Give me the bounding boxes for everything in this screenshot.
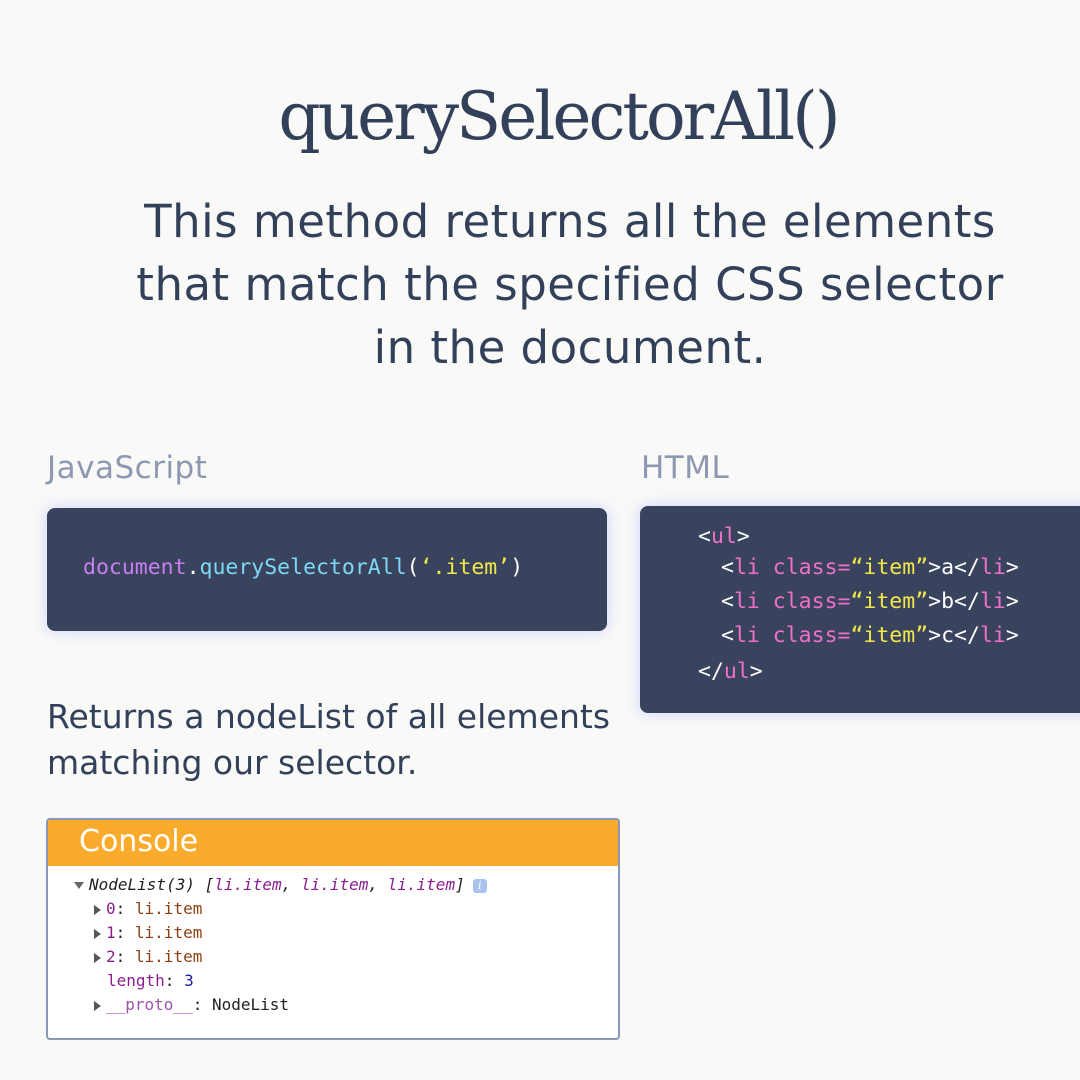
length-value: 3 [184, 971, 194, 990]
html-attr: class= [772, 555, 851, 580]
javascript-label: JavaScript [47, 450, 208, 486]
proto-row[interactable]: __proto__: NodeList [94, 995, 289, 1014]
html-tag: li [733, 589, 760, 614]
nodelist-entry-row[interactable]: 0: li.item [94, 899, 202, 918]
html-tag: li [979, 555, 1006, 580]
html-li-line: <li class=“item”>a</li> [721, 555, 1019, 580]
javascript-code-line: document.querySelectorAll(‘.item’) [83, 555, 523, 580]
html-gt: > [1005, 623, 1019, 648]
summary-item: li.item [300, 875, 369, 894]
html-text: b [941, 589, 955, 614]
code-dot: . [186, 555, 200, 580]
collapsed-triangle-icon[interactable] [94, 904, 101, 915]
code-argument: ‘.item’ [419, 555, 511, 580]
html-tag: li [979, 589, 1006, 614]
html-gt: > [1005, 589, 1019, 614]
html-tag: li [733, 555, 760, 580]
javascript-code-block: document.querySelectorAll(‘.item’) [47, 508, 607, 631]
code-open-paren: ( [406, 555, 420, 580]
html-li-line: <li class=“item”>c</li> [721, 623, 1019, 648]
entry-colon: : [115, 947, 135, 966]
entry-value: li.item [134, 947, 203, 966]
entry-value: li.item [134, 899, 203, 918]
length-key: length [107, 971, 165, 990]
bracket-close: ] [455, 875, 465, 894]
console-panel: Console NodeList(3) [li.item, li.item, l… [46, 818, 620, 1040]
code-close-paren: ) [510, 555, 524, 580]
entry-key: 1 [106, 923, 116, 942]
nodelist-entry-row[interactable]: 1: li.item [94, 923, 202, 942]
collapsed-triangle-icon[interactable] [94, 1000, 101, 1011]
console-header: Console [48, 820, 618, 866]
html-attr-value: “item” [850, 623, 929, 648]
collapsed-triangle-icon[interactable] [94, 952, 101, 963]
html-gt: > [749, 659, 763, 684]
nodelist-name: NodeList(3) [89, 875, 195, 894]
html-tag: li [979, 623, 1006, 648]
html-attr-value: “item” [850, 555, 929, 580]
html-tag: ul [710, 524, 737, 549]
html-lt: </ [954, 589, 980, 614]
info-icon[interactable]: i [472, 878, 487, 893]
proto-key: __proto__ [106, 995, 193, 1014]
entry-key: 0 [106, 899, 116, 918]
length-row: length: 3 [107, 971, 194, 990]
entry-colon: : [115, 923, 135, 942]
page-subtitle: This method returns all the elements tha… [136, 195, 1004, 374]
html-attr: class= [772, 623, 851, 648]
html-text: a [941, 555, 955, 580]
html-ul-open-line: <ul> [698, 524, 750, 549]
code-method: querySelectorAll [199, 555, 407, 580]
html-lt: < [721, 623, 734, 648]
html-lt: </ [698, 659, 724, 684]
html-lt: </ [954, 555, 980, 580]
html-tag: li [733, 623, 760, 648]
length-colon: : [164, 971, 185, 990]
html-ul-close-line: </ul> [698, 659, 763, 684]
html-gt: > [928, 589, 942, 614]
html-lt: < [698, 524, 711, 549]
page-title: querySelectorAll() [278, 78, 840, 155]
html-gt: > [1005, 555, 1019, 580]
summary-separator: , [281, 875, 301, 894]
proto-colon: : [192, 995, 212, 1014]
html-code-block: <ul> <li class=“item”>a</li> <li class=“… [640, 506, 1080, 713]
html-lt: < [721, 589, 734, 614]
entry-colon: : [115, 899, 135, 918]
proto-value: NodeList [211, 995, 290, 1014]
nodelist-entry-row[interactable]: 2: li.item [94, 947, 202, 966]
html-li-line: <li class=“item”>b</li> [721, 589, 1019, 614]
html-gt: > [928, 555, 942, 580]
returns-description: Returns a nodeList of all elements match… [47, 697, 611, 782]
summary-separator: , [368, 875, 388, 894]
entry-key: 2 [106, 947, 116, 966]
nodelist-summary-row[interactable]: NodeList(3) [li.item, li.item, li.item] i [74, 875, 487, 894]
html-lt: < [721, 555, 734, 580]
code-object: document [83, 555, 187, 580]
html-label: HTML [641, 450, 730, 486]
bracket-open: [ [194, 875, 215, 894]
html-tag: ul [723, 659, 750, 684]
expanded-triangle-icon[interactable] [74, 882, 84, 889]
html-gt: > [736, 524, 750, 549]
html-text: c [941, 623, 955, 648]
collapsed-triangle-icon[interactable] [94, 928, 101, 939]
html-lt: </ [954, 623, 980, 648]
html-gt: > [928, 623, 942, 648]
summary-item: li.item [214, 875, 282, 894]
summary-item: li.item [387, 875, 456, 894]
html-attr-value: “item” [850, 589, 929, 614]
html-attr: class= [772, 589, 851, 614]
entry-value: li.item [134, 923, 203, 942]
